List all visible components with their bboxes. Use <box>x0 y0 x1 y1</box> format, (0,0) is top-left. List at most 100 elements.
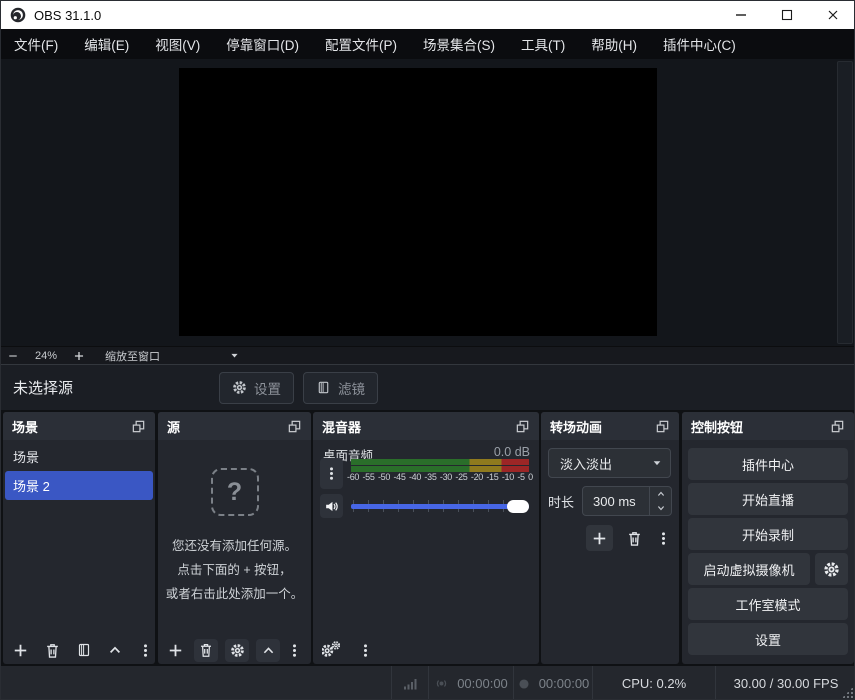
advanced-audio-button[interactable] <box>322 641 340 659</box>
source-context-bar: 未选择源 设置 滤镜 <box>1 364 855 410</box>
preview-area[interactable] <box>1 59 855 346</box>
scene-item-selected[interactable]: 场景 2 <box>5 471 153 500</box>
close-button[interactable] <box>810 1 855 29</box>
stream-timer: 00:00:00 <box>428 666 513 700</box>
statusbar-spacer <box>1 666 391 700</box>
scene-filters-button[interactable] <box>76 642 92 658</box>
chevron-down-icon <box>655 502 667 514</box>
stream-health-indicator <box>391 666 428 700</box>
add-transition-button[interactable] <box>586 525 613 551</box>
fit-dropdown-arrow-icon[interactable] <box>228 349 241 362</box>
preview-vertical-scrollbar[interactable] <box>837 61 853 344</box>
menu-help[interactable]: 帮助(H) <box>578 29 650 59</box>
zoom-in-button[interactable] <box>67 350 91 362</box>
scenes-dock: 场景 场景 场景 2 <box>3 412 155 664</box>
record-time: 00:00:00 <box>539 676 590 691</box>
transition-menu-button[interactable] <box>656 531 671 546</box>
no-source-label: 未选择源 <box>13 377 73 398</box>
stream-time: 00:00:00 <box>457 676 508 691</box>
remove-scene-button[interactable] <box>44 642 61 659</box>
transition-duration-row: 时长 300 ms <box>548 486 672 516</box>
trash-icon <box>198 642 214 658</box>
sources-toolbar <box>158 636 311 664</box>
meter-tick: -10 <box>502 472 514 482</box>
menu-docks[interactable]: 停靠窗口(D) <box>213 29 312 59</box>
sources-empty-line: 或者右击此处添加一个。 <box>166 582 304 606</box>
meter-band-left <box>351 459 529 465</box>
sources-menu-button[interactable] <box>287 643 302 658</box>
transition-select[interactable]: 淡入淡出 <box>548 448 671 478</box>
spin-down-button[interactable] <box>650 501 671 515</box>
move-scene-up-button[interactable] <box>107 642 123 658</box>
chevron-up-icon <box>261 643 276 658</box>
controls-dock-header[interactable]: 控制按钮 <box>682 412 854 440</box>
meter-tick: -25 <box>455 472 467 482</box>
start-recording-button[interactable]: 开始录制 <box>688 518 848 550</box>
spin-up-button[interactable] <box>650 487 671 501</box>
question-mark-icon: ? <box>211 468 259 516</box>
menu-profile[interactable]: 配置文件(P) <box>312 29 410 59</box>
meter-tick: -5 <box>517 472 524 482</box>
meter-tick: -60 <box>347 472 359 482</box>
maximize-icon <box>779 7 795 23</box>
source-filters-button[interactable]: 滤镜 <box>303 372 378 404</box>
popout-icon[interactable] <box>830 419 845 434</box>
popout-icon[interactable] <box>655 419 670 434</box>
obs-logo-icon <box>10 7 26 23</box>
status-bar: 00:00:00 00:00:00 CPU: 0.2% 30.00 / 30.0… <box>1 666 855 700</box>
maximize-button[interactable] <box>764 1 810 29</box>
sources-dock-header[interactable]: 源 <box>158 412 311 440</box>
start-streaming-button[interactable]: 开始直播 <box>688 483 848 515</box>
channel-menu-button[interactable] <box>320 458 343 489</box>
mixer-menu-button[interactable] <box>358 643 373 658</box>
sources-empty-state[interactable]: ? 您还没有添加任何源。 点击下面的 + 按钮， 或者右击此处添加一个。 <box>158 440 311 636</box>
move-source-up-button[interactable] <box>256 639 280 662</box>
virtual-camera-settings-button[interactable] <box>815 553 848 585</box>
menu-view[interactable]: 视图(V) <box>142 29 213 59</box>
add-source-button[interactable] <box>167 642 184 659</box>
vertical-dots-icon <box>324 466 339 481</box>
scenes-list: 场景 场景 2 <box>3 442 155 636</box>
sources-empty-line: 您还没有添加任何源。 <box>166 534 304 558</box>
add-scene-button[interactable] <box>12 642 29 659</box>
fit-to-window-select[interactable]: 缩放至窗口 <box>105 348 160 364</box>
menu-plugin-center[interactable]: 插件中心(C) <box>650 29 749 59</box>
popout-icon[interactable] <box>131 419 146 434</box>
source-properties-button[interactable]: 设置 <box>219 372 294 404</box>
mixer-dock-header[interactable]: 混音器 <box>313 412 539 440</box>
record-timer: 00:00:00 <box>513 666 592 700</box>
source-properties-toolbar-button[interactable] <box>225 639 249 662</box>
zoom-out-button[interactable] <box>1 350 25 362</box>
remove-transition-button[interactable] <box>626 530 643 547</box>
popout-icon[interactable] <box>287 419 302 434</box>
gear-icon <box>232 380 247 395</box>
preview-canvas[interactable] <box>179 68 657 336</box>
duration-spinbox[interactable]: 300 ms <box>582 486 672 516</box>
scenes-dock-title: 场景 <box>12 417 38 436</box>
window-controls <box>718 1 855 29</box>
transition-dock-header[interactable]: 转场动画 <box>541 412 679 440</box>
source-filters-label: 滤镜 <box>338 378 365 398</box>
volume-slider[interactable] <box>351 494 529 518</box>
scenes-dock-header[interactable]: 场景 <box>3 412 155 440</box>
scenes-menu-button[interactable] <box>138 643 153 658</box>
menu-scene-collection[interactable]: 场景集合(S) <box>410 29 508 59</box>
minimize-button[interactable] <box>718 1 764 29</box>
titlebar: OBS 31.1.0 <box>1 1 855 29</box>
menu-edit[interactable]: 编辑(E) <box>71 29 142 59</box>
menu-tools[interactable]: 工具(T) <box>508 29 578 59</box>
settings-button[interactable]: 设置 <box>688 623 848 655</box>
dropdown-arrow-icon <box>644 449 670 477</box>
window-title: OBS 31.1.0 <box>34 8 101 23</box>
plugin-center-button[interactable]: 插件中心 <box>688 448 848 480</box>
sources-empty-text: 您还没有添加任何源。 点击下面的 + 按钮， 或者右击此处添加一个。 <box>166 534 304 606</box>
mute-button[interactable] <box>320 494 343 518</box>
scene-item[interactable]: 场景 <box>3 442 155 471</box>
popout-icon[interactable] <box>515 419 530 434</box>
studio-mode-button[interactable]: 工作室模式 <box>688 588 848 620</box>
start-virtual-camera-button[interactable]: 启动虚拟摄像机 <box>688 553 810 585</box>
menu-file[interactable]: 文件(F) <box>1 29 71 59</box>
slider-handle[interactable] <box>507 500 529 513</box>
meter-tick: -50 <box>378 472 390 482</box>
remove-source-button[interactable] <box>194 639 218 662</box>
